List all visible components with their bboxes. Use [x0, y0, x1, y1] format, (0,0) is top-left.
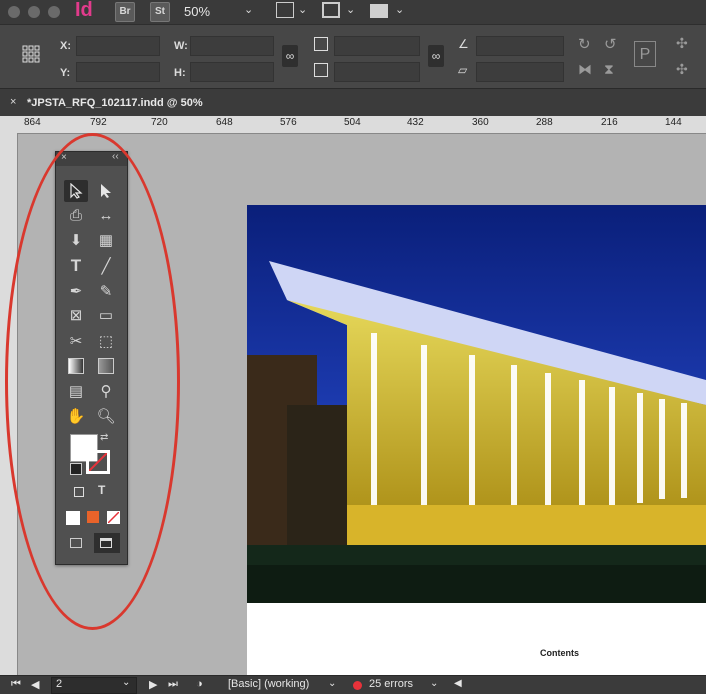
- ruler-label: 648: [216, 117, 233, 128]
- ruler-label: 432: [407, 117, 424, 128]
- stock-button[interactable]: St: [150, 2, 170, 22]
- h-field[interactable]: [190, 62, 274, 82]
- next-page-icon[interactable]: ▶: [149, 678, 157, 691]
- constrain-scale-link-icon[interactable]: ∞: [428, 45, 444, 67]
- select-content-icon[interactable]: ✣: [676, 61, 688, 78]
- view-options-icon[interactable]: [276, 2, 294, 18]
- scale-y-icon: [314, 63, 328, 77]
- page-number-value: 2: [56, 678, 63, 690]
- scale-x-icon: [314, 37, 328, 51]
- screen-mode-icon[interactable]: [322, 2, 340, 18]
- error-indicator-icon: [353, 681, 362, 690]
- rotate-counterclockwise-icon[interactable]: ↺: [604, 35, 617, 53]
- y-label: Y:: [60, 67, 71, 79]
- minimize-window-button[interactable]: [28, 6, 40, 18]
- flip-indicator-p-icon: P: [634, 41, 656, 67]
- h-label: H:: [174, 67, 186, 79]
- ruler-label: 360: [472, 117, 489, 128]
- status-bar: ⏮ ◀ 2 ⌄ ▶ ⏭ ◑ [Basic] (working) ⌄ 25 err…: [0, 675, 706, 694]
- flip-horizontal-icon[interactable]: ⧓: [578, 61, 592, 78]
- ruler-label: 576: [280, 117, 297, 128]
- previous-page-icon[interactable]: ◀: [31, 678, 39, 691]
- application-bar: Id Br St 50% ⌄ ⌄ ⌄ ⌄: [0, 0, 706, 24]
- building-photo[interactable]: [247, 205, 706, 603]
- screen-mode-chevron-icon[interactable]: ⌄: [346, 3, 355, 16]
- preflight-profile[interactable]: [Basic] (working): [228, 678, 309, 690]
- view-options-chevron-icon[interactable]: ⌄: [298, 3, 307, 16]
- contents-heading: Contents: [540, 648, 579, 658]
- indesign-logo: Id: [75, 0, 93, 21]
- rotation-angle-icon: ∠: [458, 37, 469, 51]
- flip-vertical-icon[interactable]: ⧗: [604, 61, 614, 78]
- y-field[interactable]: [76, 62, 160, 82]
- ruler-label: 720: [151, 117, 168, 128]
- page-dropdown-chevron-icon[interactable]: ⌄: [122, 677, 130, 688]
- annotation-oval: [5, 133, 180, 630]
- ruler-label: 792: [90, 117, 107, 128]
- constrain-proportions-link-icon[interactable]: ∞: [282, 45, 298, 67]
- page-number-field[interactable]: 2 ⌄: [51, 677, 137, 694]
- error-count[interactable]: 25 errors: [369, 678, 413, 690]
- scale-y-field[interactable]: [334, 62, 420, 82]
- arrange-documents-icon[interactable]: [370, 4, 388, 18]
- scroll-left-icon[interactable]: ◀: [454, 678, 462, 689]
- first-page-icon[interactable]: ⏮: [11, 678, 21, 691]
- bridge-button[interactable]: Br: [115, 2, 135, 22]
- open-page-icon[interactable]: ◑: [196, 678, 203, 690]
- x-label: X:: [60, 40, 71, 52]
- ruler-label: 216: [601, 117, 618, 128]
- errors-dropdown-chevron-icon[interactable]: ⌄: [430, 678, 438, 689]
- document-tab-bar: × *JPSTA_RFQ_102117.indd @ 50%: [0, 88, 706, 117]
- arrange-documents-chevron-icon[interactable]: ⌄: [395, 3, 404, 16]
- control-panel: X: Y: W: H: ∞ ∞ ∠ ▱ ↻ ↺ ⧓ ⧗ P ✣ ✣: [0, 24, 706, 89]
- ruler-label: 288: [536, 117, 553, 128]
- reference-point-icon[interactable]: [22, 45, 40, 63]
- select-container-icon[interactable]: ✣: [676, 35, 688, 52]
- x-field[interactable]: [76, 36, 160, 56]
- ruler-label: 864: [24, 117, 41, 128]
- zoom-level[interactable]: 50%: [184, 4, 210, 19]
- document-tab-title[interactable]: *JPSTA_RFQ_102117.indd @ 50%: [27, 97, 203, 109]
- zoom-window-button[interactable]: [48, 6, 60, 18]
- ruler-label: 504: [344, 117, 361, 128]
- zoom-dropdown-chevron-icon[interactable]: ⌄: [244, 3, 253, 16]
- last-page-icon[interactable]: ⏭: [168, 678, 178, 691]
- shear-angle-icon: ▱: [458, 63, 468, 77]
- w-field[interactable]: [190, 36, 274, 56]
- shear-angle-field[interactable]: [476, 62, 564, 82]
- close-document-icon[interactable]: ×: [10, 96, 16, 108]
- ruler-label: 144: [665, 117, 682, 128]
- horizontal-ruler: 864 792 720 648 576 504 432 360 288 216 …: [0, 116, 706, 134]
- scale-x-field[interactable]: [334, 36, 420, 56]
- rotate-clockwise-icon[interactable]: ↻: [578, 35, 591, 53]
- profile-dropdown-chevron-icon[interactable]: ⌄: [328, 678, 336, 689]
- rotation-angle-field[interactable]: [476, 36, 564, 56]
- close-window-button[interactable]: [8, 6, 20, 18]
- w-label: W:: [174, 40, 188, 52]
